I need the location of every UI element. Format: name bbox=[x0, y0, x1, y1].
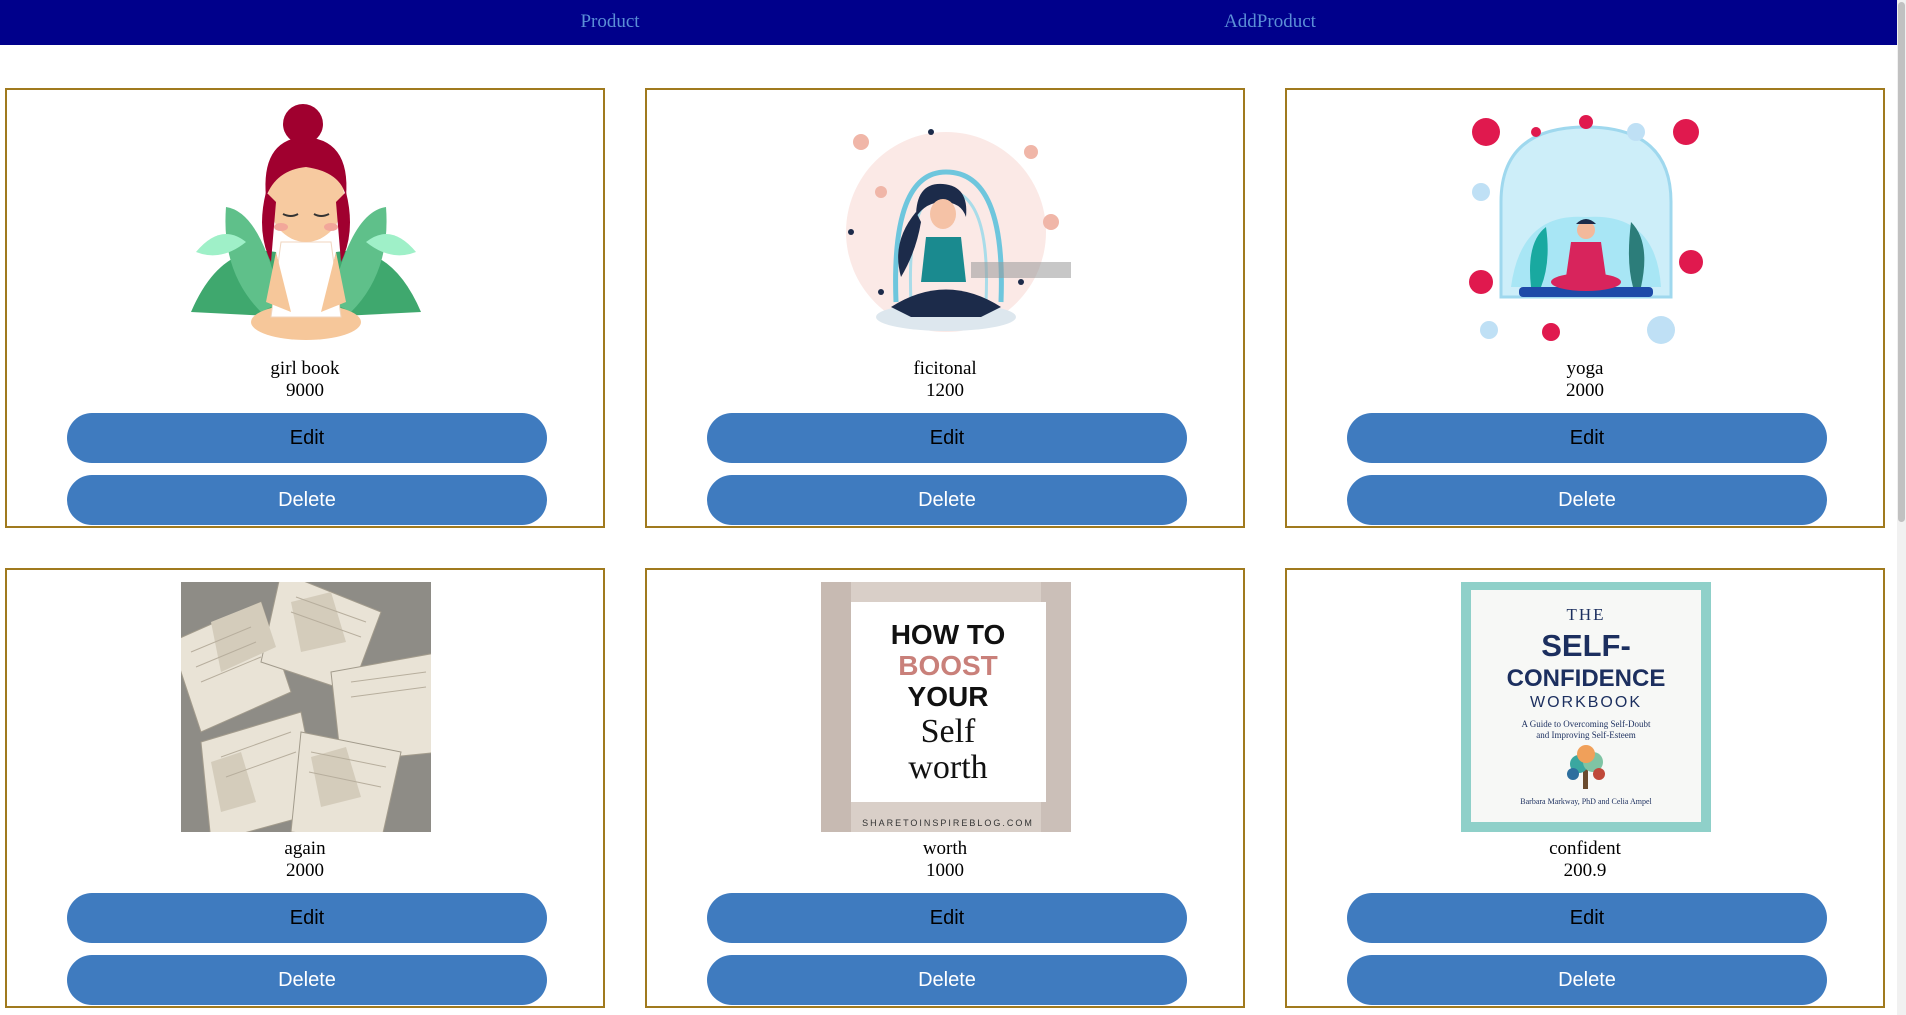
cover-authors: Barbara Markway, PhD and Celia Ampel bbox=[1520, 797, 1652, 806]
edit-button[interactable]: Edit bbox=[1347, 893, 1827, 943]
nav-link-product[interactable]: Product bbox=[580, 0, 639, 45]
product-price: 2000 bbox=[1566, 380, 1604, 401]
edit-button[interactable]: Edit bbox=[707, 893, 1187, 943]
cover-line-4: WORKBOOK bbox=[1530, 694, 1642, 711]
product-card: HOW TO BOOST YOUR Self worth SHARETOINSP… bbox=[645, 568, 1245, 1008]
product-name: ficitonal bbox=[913, 358, 977, 379]
product-card: again 2000 Edit Delete bbox=[5, 568, 605, 1008]
meditating-girl-illustration bbox=[181, 102, 431, 352]
product-price: 2000 bbox=[286, 860, 324, 881]
yoga-dome-illustration bbox=[1461, 102, 1711, 352]
cover-subtitle-1: A Guide to Overcoming Self-Doubt bbox=[1522, 719, 1651, 729]
product-card: ficitonal 1200 Edit Delete bbox=[645, 88, 1245, 528]
cover-line-3: YOUR bbox=[908, 681, 989, 712]
edit-button[interactable]: Edit bbox=[67, 413, 547, 463]
delete-button[interactable]: Delete bbox=[707, 955, 1187, 1005]
cover-line-1: THE bbox=[1566, 605, 1605, 624]
vertical-scrollbar[interactable] bbox=[1897, 0, 1906, 1015]
product-image bbox=[181, 582, 431, 832]
self-worth-book-cover: HOW TO BOOST YOUR Self worth SHARETOINSP… bbox=[821, 582, 1071, 832]
cover-subtitle-2: and Improving Self-Esteem bbox=[1536, 730, 1635, 740]
product-card: yoga 2000 Edit Delete bbox=[1285, 88, 1885, 528]
product-card: THE SELF- CONFIDENCE WORKBOOK A Guide to… bbox=[1285, 568, 1885, 1008]
product-name: confident bbox=[1549, 838, 1621, 859]
product-image: THE SELF- CONFIDENCE WORKBOOK A Guide to… bbox=[1461, 582, 1711, 832]
delete-button[interactable]: Delete bbox=[67, 475, 547, 525]
product-price: 1200 bbox=[926, 380, 964, 401]
product-card: girl book 9000 Edit Delete bbox=[5, 88, 605, 528]
cover-line-2: BOOST bbox=[898, 650, 998, 681]
product-image bbox=[181, 102, 431, 352]
cover-line-3: CONFIDENCE bbox=[1507, 665, 1666, 692]
top-navbar: Product AddProduct bbox=[0, 0, 1897, 45]
self-confidence-workbook-cover: THE SELF- CONFIDENCE WORKBOOK A Guide to… bbox=[1461, 582, 1711, 832]
product-name: yoga bbox=[1566, 358, 1604, 379]
open-books-photo bbox=[181, 582, 431, 832]
product-image: HOW TO BOOST YOUR Self worth SHARETOINSP… bbox=[821, 582, 1071, 832]
product-price: 9000 bbox=[286, 380, 324, 401]
meditating-woman-illustration bbox=[821, 102, 1071, 352]
edit-button[interactable]: Edit bbox=[67, 893, 547, 943]
cover-line-2: SELF- bbox=[1541, 628, 1631, 663]
product-name: worth bbox=[922, 838, 968, 859]
product-name: girl book bbox=[270, 358, 340, 379]
delete-button[interactable]: Delete bbox=[67, 955, 547, 1005]
product-price: 200.9 bbox=[1563, 860, 1607, 881]
product-price: 1000 bbox=[926, 860, 964, 881]
cover-line-1: HOW TO bbox=[891, 619, 1006, 650]
product-name: again bbox=[284, 838, 326, 859]
delete-button[interactable]: Delete bbox=[1347, 475, 1827, 525]
edit-button[interactable]: Edit bbox=[1347, 413, 1827, 463]
nav-link-add-product[interactable]: AddProduct bbox=[1224, 0, 1316, 45]
scrollbar-thumb[interactable] bbox=[1898, 2, 1905, 522]
product-image bbox=[821, 102, 1071, 352]
cover-line-5: worth bbox=[908, 749, 987, 786]
cover-footer: SHARETOINSPIREBLOG.COM bbox=[862, 818, 1034, 828]
edit-button[interactable]: Edit bbox=[707, 413, 1187, 463]
delete-button[interactable]: Delete bbox=[707, 475, 1187, 525]
cover-line-4: Self bbox=[921, 713, 976, 750]
product-image bbox=[1461, 102, 1711, 352]
delete-button[interactable]: Delete bbox=[1347, 955, 1827, 1005]
